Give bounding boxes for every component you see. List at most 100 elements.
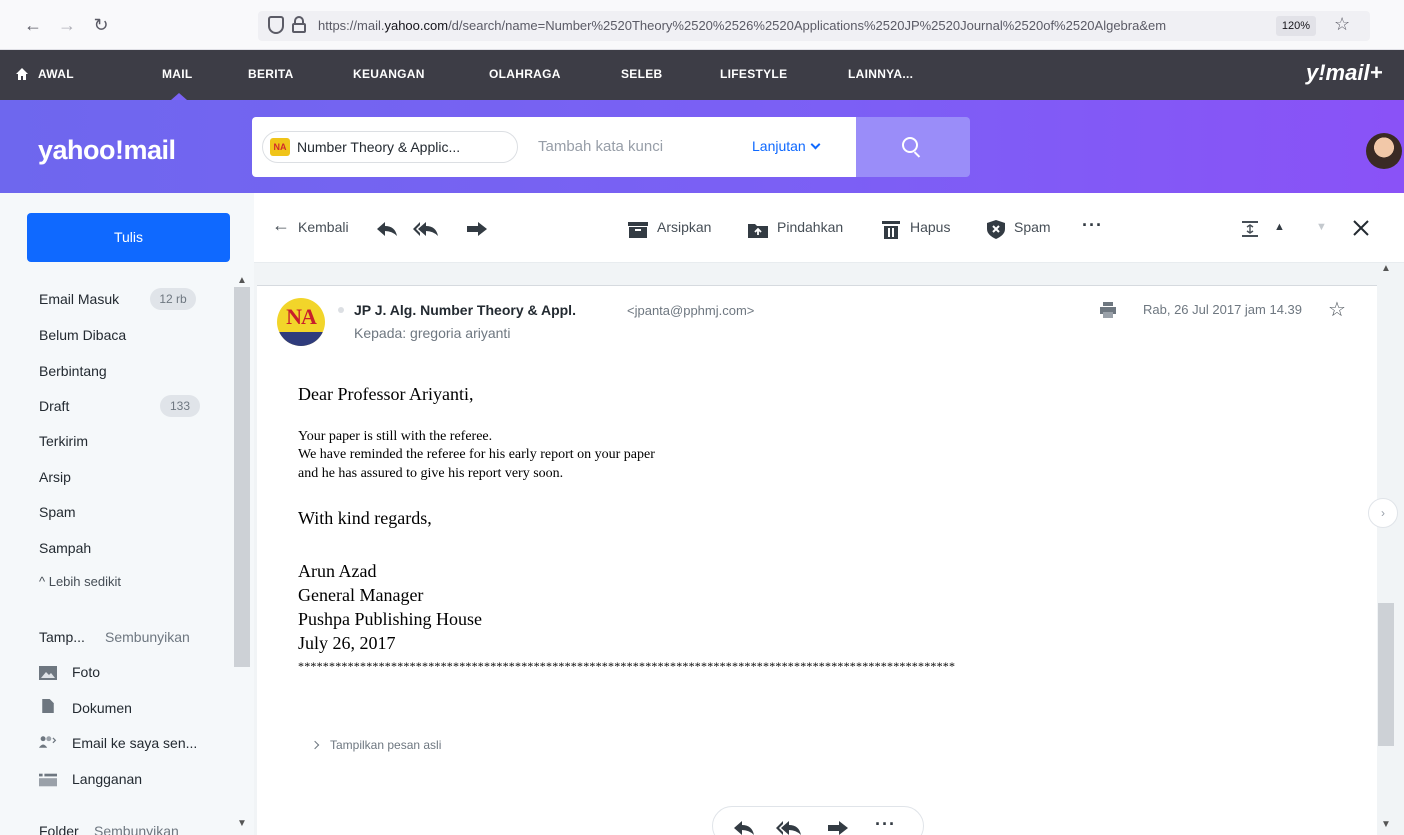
scroll-up-icon[interactable]: ▲ <box>237 275 247 286</box>
sidebar-item-starred[interactable]: Berbintang <box>39 363 107 379</box>
message-card: NA JP J. Alg. Number Theory & Appl. <jpa… <box>257 285 1377 835</box>
sidebar-item-spam[interactable]: Spam <box>39 504 76 520</box>
sidebar-item-subscriptions[interactable]: Langganan <box>72 771 142 787</box>
move-button[interactable]: Pindahkan <box>777 219 843 235</box>
forward-arrow-icon[interactable]: → <box>56 14 78 36</box>
next-message-icon[interactable]: ▼ <box>1316 221 1327 233</box>
chip-avatar: NA <box>270 138 290 156</box>
active-nav-indicator <box>171 93 187 100</box>
search-chip-label: Number Theory & Applic... <box>297 139 461 155</box>
back-arrow-icon[interactable]: ← <box>22 14 44 36</box>
search-chip[interactable]: NA Number Theory & Applic... <box>262 131 518 163</box>
show-original-link[interactable]: Tampilkan pesan asli <box>310 738 441 752</box>
nav-home[interactable]: AWAL <box>38 67 74 81</box>
drafts-count-badge: 133 <box>160 395 200 417</box>
folders-hide-link[interactable]: Sembunyikan <box>94 823 179 835</box>
signature-line: Pushpa Publishing House <box>298 609 483 629</box>
previous-message-icon[interactable]: ▲ <box>1274 221 1285 233</box>
greeting: Dear Professor Ariyanti, <box>298 384 474 404</box>
trash-icon <box>882 221 900 239</box>
advanced-search-button[interactable]: Lanjutan <box>752 138 821 154</box>
chevron-right-icon <box>310 740 320 750</box>
people-icon <box>39 736 57 748</box>
show-less-link[interactable]: ^ Lebih sedikit <box>39 574 121 589</box>
sender-name[interactable]: JP J. Alg. Number Theory & Appl. <box>354 302 576 318</box>
search-icon <box>902 137 918 153</box>
scroll-thumb[interactable] <box>1378 603 1394 746</box>
signature-line: July 26, 2017 <box>298 633 396 653</box>
nav-finance[interactable]: KEUANGAN <box>353 67 425 81</box>
nav-sports[interactable]: OLAHRAGA <box>489 67 561 81</box>
sidebar-item-archive[interactable]: Arsip <box>39 469 71 485</box>
expand-side-panel-icon[interactable]: › <box>1368 498 1398 528</box>
search-box[interactable]: NA Number Theory & Applic... Tambah kata… <box>252 117 856 177</box>
url-text[interactable]: https://mail.yahoo.com/d/search/name=Num… <box>318 18 1263 36</box>
scroll-down-icon[interactable]: ▼ <box>1381 819 1391 830</box>
sidebar-item-emails-to-me[interactable]: Email ke saya sen... <box>72 735 197 751</box>
sidebar-item-unread[interactable]: Belum Dibaca <box>39 327 126 343</box>
chevron-down-icon <box>810 139 821 150</box>
mail-header: yahoo!mail NA Number Theory & Applic... … <box>0 100 1404 193</box>
close-icon[interactable] <box>1352 219 1370 237</box>
message-toolbar: ← Kembali Arsipkan Pindahkan Hapus Spam … <box>254 193 1404 263</box>
reply-all-icon[interactable] <box>412 221 438 237</box>
message-date: Rab, 26 Jul 2017 jam 14.39 <box>1143 302 1302 317</box>
scroll-thumb[interactable] <box>234 287 250 667</box>
separator-stars: ****************************************… <box>298 659 956 673</box>
sidebar-item-documents[interactable]: Dokumen <box>72 700 132 716</box>
more-options-icon[interactable]: ··· <box>1082 215 1103 236</box>
folders-section-title[interactable]: Folder <box>39 823 79 835</box>
sender-email[interactable]: <jpanta@pphmj.com> <box>627 303 754 318</box>
delete-button[interactable]: Hapus <box>910 219 950 235</box>
home-icon[interactable] <box>15 67 29 81</box>
lock-icon[interactable] <box>292 16 306 33</box>
sender-avatar[interactable]: NA <box>277 298 325 346</box>
spam-button[interactable]: Spam <box>1014 219 1051 235</box>
nav-news[interactable]: BERITA <box>248 67 294 81</box>
ymail-plus-logo[interactable]: y!mail+ <box>1306 60 1382 86</box>
back-arrow-icon[interactable]: ← <box>272 215 290 236</box>
views-hide-link[interactable]: Sembunyikan <box>105 629 190 645</box>
nav-lifestyle[interactable]: LIFESTYLE <box>720 67 787 81</box>
more-options-icon[interactable]: ··· <box>875 814 896 835</box>
sidebar-item-inbox[interactable]: Email Masuk <box>39 291 119 307</box>
search-button[interactable] <box>856 117 970 177</box>
expand-collapse-icon[interactable] <box>1242 221 1258 237</box>
forward-icon[interactable] <box>827 820 849 835</box>
reply-all-icon[interactable] <box>775 820 801 835</box>
nav-mail[interactable]: MAIL <box>162 67 193 81</box>
sender-avatar-initials: NA <box>286 304 317 329</box>
compose-button[interactable]: Tulis <box>27 213 230 262</box>
user-avatar[interactable] <box>1366 133 1402 169</box>
signature-line: Arun Azad <box>298 561 377 581</box>
views-section-title[interactable]: Tamp... <box>39 629 85 645</box>
scroll-up-icon[interactable]: ▲ <box>1381 263 1391 274</box>
forward-icon[interactable] <box>466 221 488 237</box>
advanced-search-label: Lanjutan <box>752 138 806 154</box>
bookmark-star-icon[interactable]: ☆ <box>1334 14 1350 35</box>
reply-icon[interactable] <box>733 820 755 835</box>
print-icon[interactable] <box>1100 302 1116 318</box>
move-folder-icon <box>748 224 768 238</box>
recipient-line: Kepada: gregoria ariyanti <box>354 325 511 341</box>
tracking-shield-icon[interactable] <box>268 16 284 34</box>
reload-icon[interactable]: ↻ <box>90 14 112 36</box>
nav-more[interactable]: LAINNYA... <box>848 67 913 81</box>
star-icon[interactable]: ☆ <box>1328 297 1346 322</box>
archive-button[interactable]: Arsipkan <box>657 219 711 235</box>
nav-celebrity[interactable]: SELEB <box>621 67 663 81</box>
zoom-level[interactable]: 120% <box>1276 16 1316 36</box>
sidebar-item-drafts[interactable]: Draft <box>39 398 69 414</box>
yahoo-mail-logo[interactable]: yahoo!mail <box>38 135 176 166</box>
search-input[interactable]: Tambah kata kunci <box>538 138 663 155</box>
sidebar-item-trash[interactable]: Sampah <box>39 540 91 556</box>
sidebar-item-photos[interactable]: Foto <box>72 664 100 680</box>
sidebar-item-sent[interactable]: Terkirim <box>39 433 88 449</box>
message-scrollbar[interactable]: ▲ ▼ <box>1376 263 1396 835</box>
sidebar-scrollbar[interactable]: ▲ ▼ <box>232 275 252 835</box>
closing: With kind regards, <box>298 508 432 528</box>
back-button[interactable]: Kembali <box>298 219 349 235</box>
scroll-down-icon[interactable]: ▼ <box>237 818 247 829</box>
address-bar[interactable]: https://mail.yahoo.com/d/search/name=Num… <box>258 11 1370 41</box>
reply-icon[interactable] <box>376 221 398 237</box>
